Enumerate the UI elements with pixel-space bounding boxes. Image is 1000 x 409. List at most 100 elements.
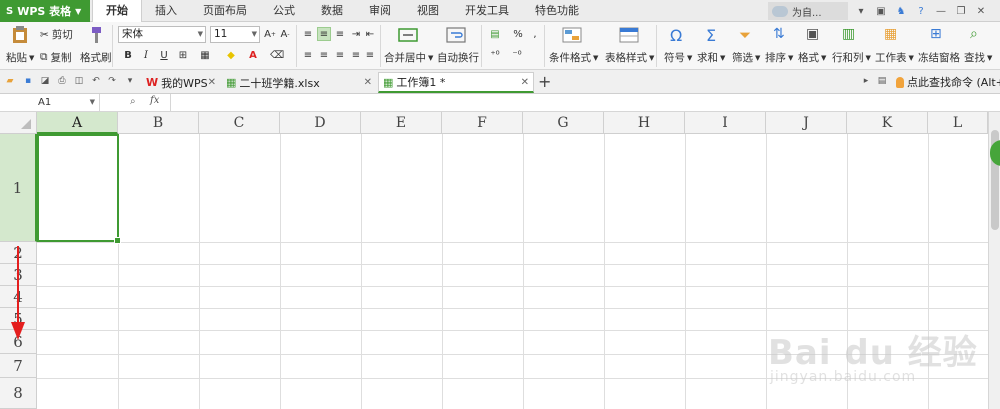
tab-data[interactable]: 数据 [308,0,356,22]
undo-icon[interactable]: ↶ [90,75,102,87]
column-header-d[interactable]: D [280,112,361,134]
search-icon[interactable]: ⌕ [970,26,978,42]
percent-icon[interactable]: % [511,27,525,41]
export-pdf-icon[interactable]: ◪ [39,75,51,87]
align-top-icon[interactable]: ≡ [301,27,315,41]
increase-decimal-icon[interactable]: ⁺⁰ [488,48,502,62]
tab-list-icon[interactable]: ▸ [860,75,872,87]
row-header-7[interactable]: 7 [0,354,37,378]
tab-home[interactable]: 开始 [92,0,142,23]
restore-icon[interactable]: ❐ [954,4,968,18]
align-left-icon[interactable]: ≡ [301,48,315,62]
font-color-icon[interactable]: A [246,48,260,62]
paste-icon[interactable] [10,26,30,44]
format-painter-button[interactable]: 格式刷 [80,50,112,65]
outdent-icon[interactable]: ⇤ [363,27,377,41]
fill-color-icon[interactable]: ◆ [224,48,238,62]
zoom-icon[interactable]: ⌕ [130,96,136,107]
column-header-b[interactable]: B [118,112,199,134]
column-header-l[interactable]: L [928,112,988,134]
minimize-icon[interactable]: — [934,4,948,18]
row-header-1[interactable]: 1 [0,134,37,242]
save-icon[interactable]: ▪ [22,75,34,87]
chevron-down-icon[interactable]: ▾ [124,75,136,87]
doctab-class-roster[interactable]: ▦ 二十班学籍.xlsx ✕ [222,72,376,93]
column-header-a[interactable]: A [37,112,118,134]
function-button[interactable]: fx [150,95,159,106]
filter-button[interactable]: 筛选 ▼ [732,50,760,65]
merge-center-button[interactable]: 合并居中 ▼ [384,50,433,65]
wrap-text-icon[interactable] [446,26,466,44]
tab-menu-icon[interactable]: ▤ [876,75,888,87]
comma-style-icon[interactable]: , [528,27,542,41]
underline-button[interactable]: U [157,48,171,62]
indent-icon[interactable]: ⇥ [349,27,363,41]
column-header-h[interactable]: H [604,112,685,134]
column-header-j[interactable]: J [766,112,847,134]
column-header-g[interactable]: G [523,112,604,134]
format-icon[interactable]: ▣ [806,26,819,42]
sort-button[interactable]: 排序 ▼ [765,50,793,65]
doctab-workbook1[interactable]: ▦ 工作簿1 * ✕ [378,72,534,93]
column-header-k[interactable]: K [847,112,928,134]
align-center-icon[interactable]: ≡ [317,48,331,62]
filter-icon[interactable]: ⏷ [739,26,751,44]
tab-formulas[interactable]: 公式 [260,0,308,22]
cut-button[interactable]: ✂ 剪切 [40,27,73,42]
format-painter-icon[interactable] [84,26,104,44]
chevron-down-icon[interactable]: ▾ [854,4,868,18]
worksheet-button[interactable]: 工作表 ▼ [875,50,914,65]
worksheet-icon[interactable]: ▦ [884,26,897,42]
name-box[interactable]: A1 ▼ [0,94,100,111]
decrease-decimal-icon[interactable]: ⁻⁰ [510,48,524,62]
merge-center-icon[interactable] [398,26,418,44]
conditional-format-button[interactable]: 条件格式 ▼ [549,50,598,65]
justify-icon[interactable]: ≡ [349,48,363,62]
decrease-font-icon[interactable]: A- [278,27,292,41]
tab-review[interactable]: 审阅 [356,0,404,22]
font-name-select[interactable]: 宋体 ▼ [118,26,206,43]
find-button[interactable]: 查找 ▼ [964,50,992,65]
row-col-button[interactable]: 行和列 ▼ [832,50,871,65]
help-icon[interactable]: ? [914,4,928,18]
omega-icon[interactable]: Ω [670,26,682,45]
fill-style-icon[interactable]: ▦ [198,48,212,62]
align-bottom-icon[interactable]: ≡ [333,27,347,41]
open-icon[interactable]: ▰ [4,75,16,87]
close-icon[interactable]: ✕ [208,77,216,88]
increase-font-icon[interactable]: A + [263,27,277,41]
redo-icon[interactable]: ↷ [106,75,118,87]
tab-view[interactable]: 视图 [404,0,452,22]
close-icon[interactable]: ✕ [364,77,372,88]
table-style-icon[interactable] [619,26,639,44]
bold-button[interactable]: B [121,48,135,62]
border-icon[interactable]: ⊞ [176,48,190,62]
new-tab-button[interactable]: + [538,72,551,91]
align-middle-icon[interactable]: ≡ [317,27,331,41]
command-search[interactable]: 点此查找命令 (Alt+Q [896,74,1000,90]
tab-page-layout[interactable]: 页面布局 [190,0,260,22]
symbol-button[interactable]: 符号 ▼ [664,50,692,65]
tab-developer[interactable]: 开发工具 [452,0,522,22]
tab-insert[interactable]: 插入 [142,0,190,22]
distribute-icon[interactable]: ≡ [363,48,377,62]
freeze-button[interactable]: 冻结窗格 [918,50,960,65]
table-style-button[interactable]: 表格样式 ▼ [605,50,654,65]
freeze-icon[interactable]: ⊞ [930,26,942,42]
sort-icon[interactable]: ⇅ [773,26,785,42]
copy-button[interactable]: ⧉ 复制 [40,50,72,65]
conditional-format-icon[interactable] [562,26,582,44]
select-all-button[interactable] [0,112,37,134]
doctab-my-wps[interactable]: W 我的WPS ✕ [142,72,220,93]
column-header-f[interactable]: F [442,112,523,134]
column-header-e[interactable]: E [361,112,442,134]
app-menu-button[interactable]: S WPS 表格 ▼ [0,0,90,22]
print-icon[interactable]: ⎙ [56,75,68,87]
wrap-text-button[interactable]: 自动换行 [437,50,479,65]
row-header-8[interactable]: 8 [0,378,37,409]
column-header-i[interactable]: I [685,112,766,134]
format-button[interactable]: 格式 ▼ [798,50,826,65]
active-cell-a1[interactable] [37,134,121,244]
font-size-select[interactable]: 11 ▼ [210,26,260,43]
column-header-c[interactable]: C [199,112,280,134]
